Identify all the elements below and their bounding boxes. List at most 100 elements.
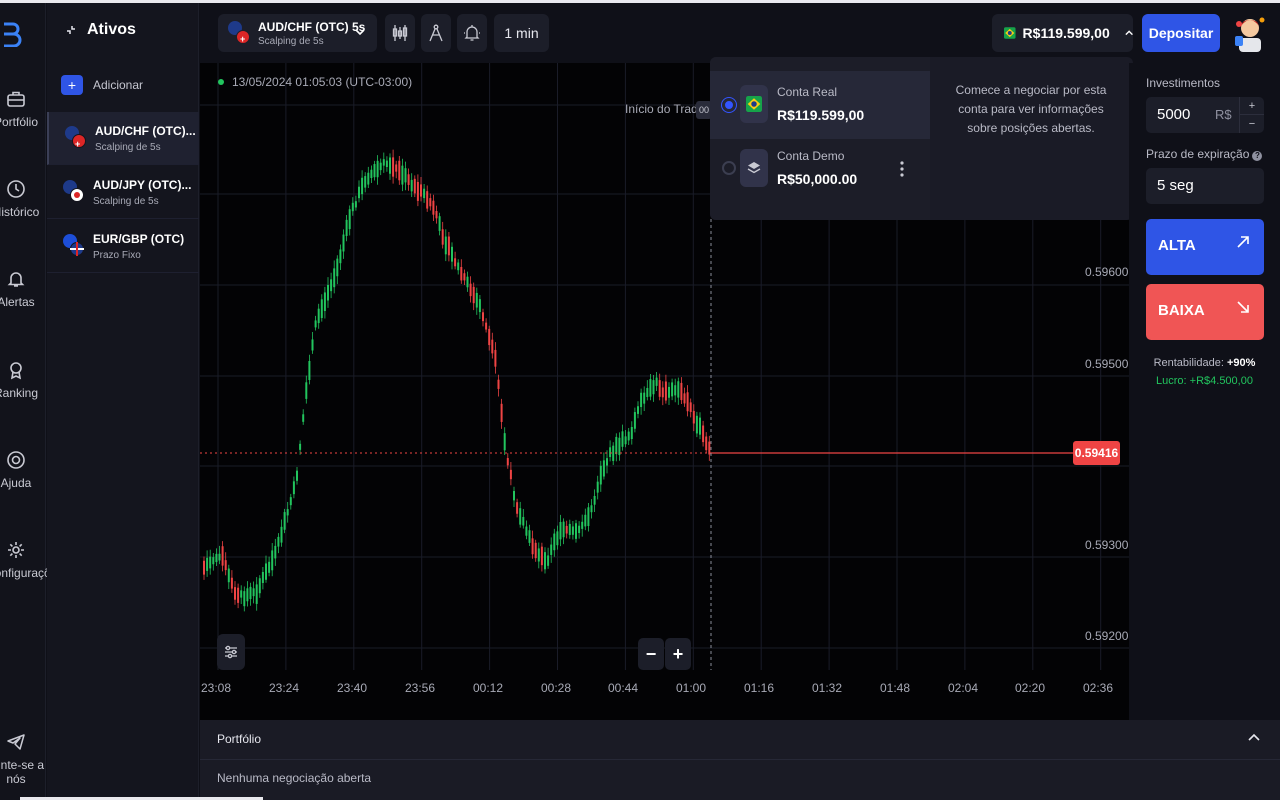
candle-body <box>286 509 289 516</box>
candle-body <box>426 191 429 209</box>
candle-body <box>292 481 295 495</box>
chevron-up-icon <box>1125 30 1133 36</box>
x-tick: 00:28 <box>541 681 572 695</box>
sidebar-item-label: Portfólio <box>0 115 39 129</box>
sidebar-item-ranking[interactable]: Ranking <box>0 360 46 400</box>
candle-body <box>627 431 630 441</box>
y-tick: 0.59500 <box>1085 357 1129 371</box>
candle-body <box>596 481 599 493</box>
candle-body <box>522 516 525 526</box>
expiry-input[interactable]: 5 seg <box>1146 168 1264 204</box>
add-asset-button[interactable]: + Adicionar <box>61 75 143 95</box>
flag-pair-icon <box>63 180 85 204</box>
assets-header: Ativos <box>65 21 136 39</box>
asset-item-eur-gbp[interactable]: EUR/GBP (OTC) Prazo Fixo <box>47 220 199 273</box>
candle-body <box>413 178 416 194</box>
candle-body <box>692 410 695 424</box>
assets-panel: Ativos + Adicionar + AUD/CHF (OTC)... Sc… <box>47 3 199 800</box>
candle-body <box>209 556 212 569</box>
chevron-up-icon[interactable] <box>1248 732 1260 744</box>
account-info-text: Comece a negociar por esta conta para ve… <box>955 83 1107 135</box>
add-asset-label: Adicionar <box>93 78 144 92</box>
candle-body <box>429 198 432 207</box>
candle-body <box>212 557 215 565</box>
sell-down-label: BAIXA <box>1158 302 1205 319</box>
candle-body <box>311 339 314 351</box>
candle-body <box>695 415 698 434</box>
x-tick: 00:12 <box>473 681 504 695</box>
sidebar-item-label: Ajuda <box>0 476 32 490</box>
brand-logo <box>4 22 22 47</box>
candle-body <box>581 521 584 529</box>
buy-up-button[interactable]: ALTA <box>1146 219 1264 275</box>
candle-body <box>475 292 478 308</box>
profitability-row: Rentabilidade: +90% <box>1129 357 1280 369</box>
candle-body <box>354 201 357 208</box>
profit-value: +R$4.500,00 <box>1189 375 1253 387</box>
avatar[interactable] <box>1233 14 1267 52</box>
sidebar-item-settings[interactable]: Configurações <box>0 540 63 580</box>
account-real[interactable]: Conta Real R$119.599,00 <box>710 71 930 139</box>
candle-body <box>221 546 224 566</box>
help-icon[interactable]: ? <box>1252 151 1263 161</box>
asset-sub: Scalping de 5s <box>93 196 159 207</box>
candle-body <box>392 157 395 177</box>
collapse-icon[interactable] <box>65 24 77 36</box>
candle-body <box>379 162 382 171</box>
candle-body <box>466 276 469 288</box>
candle-body <box>686 392 689 412</box>
candle-body <box>544 552 546 570</box>
sidebar-item-help[interactable]: Ajuda <box>0 450 46 490</box>
candle-body <box>243 591 246 607</box>
candle-body <box>438 216 441 231</box>
candle-body <box>261 571 264 583</box>
sidebar-item-history[interactable]: Histórico <box>0 179 46 219</box>
x-tick: 01:16 <box>744 681 775 695</box>
asset-item-aud-chf[interactable]: + AUD/CHF (OTC)... Scalping de 5s <box>47 112 199 165</box>
asset-name: AUD/JPY (OTC)... <box>93 178 192 192</box>
chart-settings-button[interactable] <box>217 634 245 670</box>
candle-body <box>203 560 205 575</box>
asset-item-aud-jpy[interactable]: AUD/JPY (OTC)... Scalping de 5s <box>47 166 199 219</box>
candle-body <box>565 525 568 534</box>
candle-body <box>364 176 367 188</box>
sell-down-button[interactable]: BAIXA <box>1146 284 1264 340</box>
decrement-button[interactable]: − <box>1239 115 1264 133</box>
candle-body <box>680 382 683 401</box>
deposit-button[interactable]: Depositar <box>1142 14 1220 52</box>
account-radio[interactable] <box>722 161 736 175</box>
candle-body <box>705 436 708 451</box>
investment-input[interactable]: 5000 R$ + − <box>1146 97 1264 133</box>
candle-body <box>699 417 701 435</box>
portfolio-header[interactable]: Portfólio <box>200 720 1280 760</box>
account-balance-button[interactable]: R$119.599,00 <box>992 14 1133 52</box>
more-vertical-icon[interactable] <box>900 161 904 177</box>
candle-body <box>345 219 348 236</box>
sidebar-item-join[interactable]: Junte-se a nós <box>0 732 46 786</box>
candle-body <box>361 177 364 195</box>
brazil-flag-icon <box>740 85 768 123</box>
zoom-out-button[interactable]: − <box>638 638 664 670</box>
account-demo[interactable]: Conta Demo R$50,000.00 <box>710 139 930 207</box>
plus-icon: + <box>61 75 83 95</box>
drawing-tools-button[interactable] <box>421 14 451 52</box>
candle-body <box>674 385 677 396</box>
lifebuoy-icon <box>7 451 25 469</box>
nav-rail: Portfólio Histórico Alertas Ranking Ajud… <box>0 3 63 800</box>
sidebar-item-portfolio[interactable]: Portfólio <box>0 89 46 129</box>
account-radio[interactable] <box>722 98 736 112</box>
increment-button[interactable]: + <box>1239 97 1264 115</box>
indicators-button[interactable] <box>385 14 415 52</box>
candle-body <box>618 437 621 456</box>
expiry-label-text: Prazo de expiração <box>1146 147 1250 161</box>
price-alert-button[interactable] <box>457 14 487 52</box>
sidebar-item-alerts[interactable]: Alertas <box>0 269 46 309</box>
bell-icon <box>7 272 25 287</box>
candle-body <box>274 545 277 559</box>
candle-body <box>590 505 593 513</box>
x-tick: 01:48 <box>880 681 911 695</box>
candle-body <box>559 521 562 540</box>
timeframe-button[interactable]: 1 min <box>494 14 549 52</box>
pair-selector[interactable]: + AUD/CHF (OTC) 5s Scalping de 5s <box>218 14 377 52</box>
zoom-in-button[interactable]: + <box>665 638 691 670</box>
